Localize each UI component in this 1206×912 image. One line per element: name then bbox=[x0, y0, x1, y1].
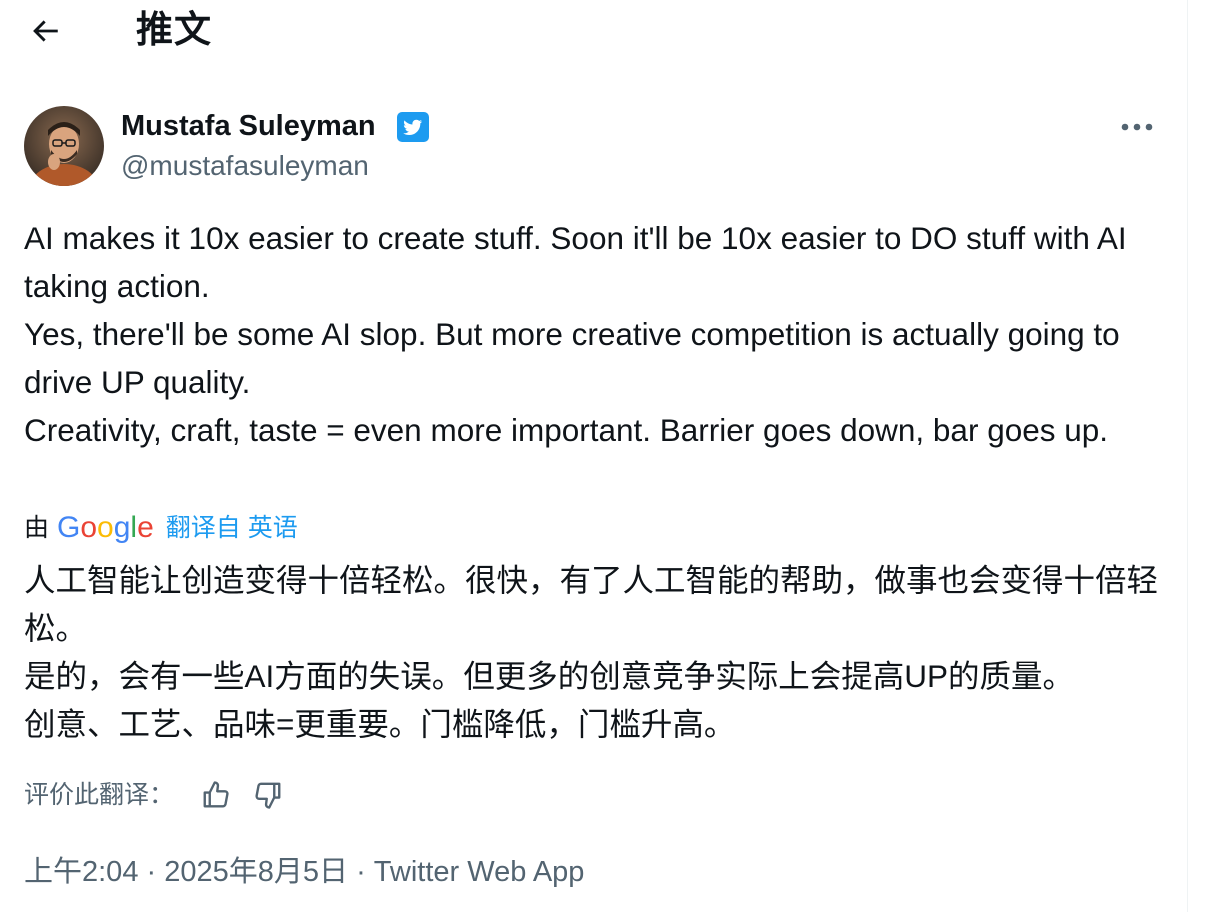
tweet-text: AI makes it 10x easier to create stuff. … bbox=[24, 214, 1154, 454]
translated-from-link[interactable]: 翻译自 英语 bbox=[166, 508, 298, 548]
google-logo: Google bbox=[57, 511, 154, 544]
translated-by-label: 由 bbox=[24, 514, 50, 542]
translated-paragraph: 是的，会有一些AI方面的失误。但更多的创意竞争实际上会提高UP的质量。 bbox=[24, 658, 1075, 694]
avatar[interactable] bbox=[24, 106, 104, 186]
translated-paragraph: 人工智能让创造变得十倍轻松。很快，有了人工智能的帮助，做事也会变得十倍轻松。 bbox=[24, 562, 1159, 646]
author-handle[interactable]: @mustafasuleyman bbox=[121, 149, 369, 183]
tweet-paragraph: Yes, there'll be some AI slop. But more … bbox=[24, 316, 1120, 400]
avatar-image bbox=[24, 106, 104, 186]
tweet-page: 推文 Mustafa Suleyman @mustafasuleyman AI … bbox=[0, 0, 1206, 912]
thumbs-up-button[interactable] bbox=[196, 775, 236, 815]
column-divider bbox=[1187, 0, 1188, 912]
rate-translation: 评价此翻译： bbox=[24, 775, 300, 815]
thumbs-down-button[interactable] bbox=[248, 775, 288, 815]
meta-separator: · bbox=[348, 856, 374, 888]
arrow-left-icon bbox=[33, 20, 58, 42]
author-name[interactable]: Mustafa Suleyman bbox=[121, 108, 376, 144]
rate-translation-label: 评价此翻译： bbox=[24, 781, 175, 809]
thumbs-down-icon bbox=[255, 782, 281, 809]
tweet-paragraph: Creativity, craft, taste = even more imp… bbox=[24, 412, 1109, 448]
tweet-source[interactable]: Twitter Web App bbox=[374, 856, 585, 888]
meta-separator: · bbox=[138, 856, 165, 888]
more-button[interactable] bbox=[1114, 110, 1160, 144]
more-horizontal-icon bbox=[1121, 123, 1153, 131]
tweet-meta: 上午2:04 · 2025年8月5日 · Twitter Web App bbox=[24, 852, 584, 892]
translation-attribution: 由 Google 翻译自 英语 bbox=[24, 508, 298, 548]
page-header: 推文 bbox=[0, 0, 1187, 62]
translated-text: 人工智能让创造变得十倍轻松。很快，有了人工智能的帮助，做事也会变得十倍轻松。 是… bbox=[24, 556, 1164, 748]
thumbs-up-icon bbox=[203, 781, 229, 808]
translated-paragraph: 创意、工艺、品味=更重要。门槛降低，门槛升高。 bbox=[24, 706, 736, 742]
tweet-time[interactable]: 上午2:04 bbox=[24, 856, 138, 888]
verified-badge-icon bbox=[396, 111, 430, 143]
tweet-date[interactable]: 2025年8月5日 bbox=[164, 856, 348, 888]
page-title: 推文 bbox=[136, 9, 212, 50]
back-button[interactable] bbox=[22, 8, 68, 54]
tweet-paragraph: AI makes it 10x easier to create stuff. … bbox=[24, 220, 1127, 304]
